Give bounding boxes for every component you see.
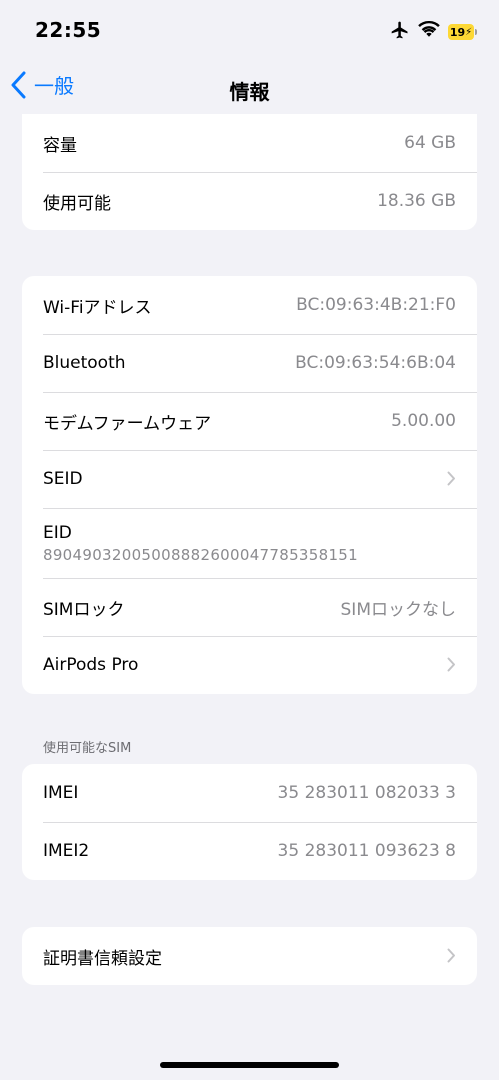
network-section: Wi-Fiアドレス BC:09:63:4B:21:F0 Bluetooth BC… — [22, 276, 477, 694]
wifi-address-label: Wi-Fiアドレス — [43, 297, 152, 318]
eid-label: EID — [43, 522, 72, 543]
sim-lock-label: SIMロック — [43, 599, 125, 620]
wifi-icon — [418, 20, 440, 43]
eid-row: EID 89049032005008882600047785358151 — [22, 508, 477, 578]
status-bar: 22:55 19 ⚡ — [0, 0, 499, 62]
battery-charging-icon: 19 ⚡ — [448, 24, 477, 40]
imei-value: 35 283011 082033 3 — [277, 783, 456, 803]
seid-label: SEID — [43, 469, 83, 489]
chevron-right-icon — [447, 467, 456, 491]
bluetooth-value: BC:09:63:54:6B:04 — [295, 353, 456, 373]
modem-firmware-row: モデムファームウェア 5.00.00 — [22, 392, 477, 450]
airplane-icon — [390, 20, 410, 44]
battery-level: 19 ⚡ — [448, 24, 474, 40]
capacity-row: 容量 64 GB — [22, 114, 477, 172]
certificate-trust-row[interactable]: 証明書信頼設定 — [22, 927, 477, 985]
capacity-label: 容量 — [43, 135, 77, 156]
available-row: 使用可能 18.36 GB — [22, 172, 477, 230]
available-value: 18.36 GB — [377, 191, 456, 211]
wifi-address-value: BC:09:63:4B:21:F0 — [296, 295, 456, 315]
imei-row: IMEI 35 283011 082033 3 — [22, 764, 477, 822]
bluetooth-row: Bluetooth BC:09:63:54:6B:04 — [22, 334, 477, 392]
imei2-row: IMEI2 35 283011 093623 8 — [22, 822, 477, 880]
chevron-right-icon — [447, 653, 456, 677]
nav-bar: 一般 情報 — [0, 62, 499, 114]
sim-lock-value: SIMロックなし — [340, 599, 456, 620]
bluetooth-label: Bluetooth — [43, 353, 126, 373]
available-label: 使用可能 — [43, 193, 111, 214]
modem-firmware-value: 5.00.00 — [391, 411, 456, 431]
imei2-label: IMEI2 — [43, 841, 90, 861]
certificate-trust-label: 証明書信頼設定 — [43, 948, 162, 969]
capacity-value: 64 GB — [404, 133, 456, 153]
storage-section: 容量 64 GB 使用可能 18.36 GB — [22, 114, 477, 230]
eid-value: 89049032005008882600047785358151 — [43, 545, 358, 564]
airpods-pro-label: AirPods Pro — [43, 655, 139, 675]
status-time: 22:55 — [35, 18, 102, 42]
airpods-pro-row[interactable]: AirPods Pro — [22, 636, 477, 694]
page-title: 情報 — [229, 80, 270, 104]
imei-label: IMEI — [43, 783, 79, 803]
wifi-address-row: Wi-Fiアドレス BC:09:63:4B:21:F0 — [22, 276, 477, 334]
imei2-value: 35 283011 093623 8 — [277, 841, 456, 861]
home-indicator[interactable] — [160, 1062, 339, 1068]
certificate-section: 証明書信頼設定 — [22, 927, 477, 985]
seid-row[interactable]: SEID — [22, 450, 477, 508]
status-icons: 19 ⚡ — [390, 20, 477, 44]
sim-lock-row: SIMロック SIMロックなし — [22, 578, 477, 636]
available-sim-header: 使用可能なSIM — [43, 741, 132, 756]
chevron-right-icon — [447, 944, 456, 968]
modem-firmware-label: モデムファームウェア — [43, 413, 212, 434]
sim-section: IMEI 35 283011 082033 3 IMEI2 35 283011 … — [22, 764, 477, 880]
